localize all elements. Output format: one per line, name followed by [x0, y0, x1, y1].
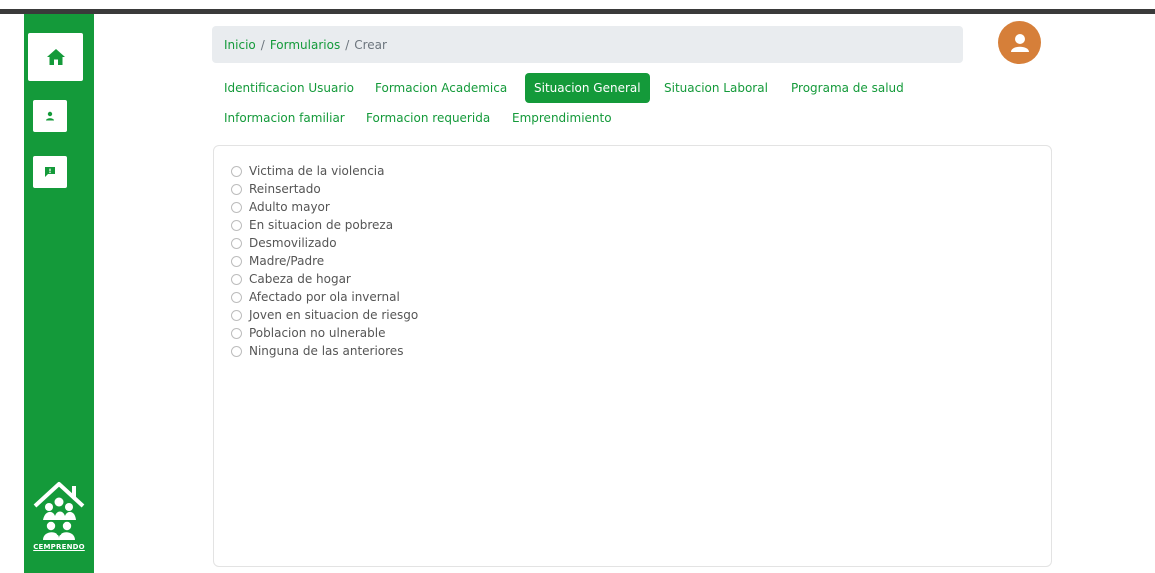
tab-formacion-academica[interactable]: Formacion Academica: [375, 80, 507, 96]
breadcrumb-separator: /: [345, 37, 350, 52]
sidebar-home-button[interactable]: [28, 33, 83, 81]
radio-button[interactable]: [231, 309, 242, 321]
breadcrumb-formularios[interactable]: Formularios: [270, 38, 340, 52]
tab-formacion-requerida[interactable]: Formacion requerida: [366, 110, 490, 126]
tab-informacion-familiar[interactable]: Informacion familiar: [224, 110, 345, 126]
user-icon: [46, 111, 54, 121]
tab-identificacion-usuario[interactable]: Identificacion Usuario: [224, 80, 354, 96]
option-label: Madre/Padre: [249, 254, 325, 268]
option-label: Adulto mayor: [249, 200, 330, 214]
tab-emprendimiento[interactable]: Emprendimiento: [512, 110, 612, 126]
breadcrumb-current: Crear: [354, 37, 387, 52]
user-avatar-icon: [1010, 33, 1029, 52]
breadcrumb-inicio[interactable]: Inicio: [224, 38, 256, 52]
option-cabeza-hogar[interactable]: Cabeza de hogar: [231, 271, 351, 287]
sidebar-chat-button[interactable]: [33, 156, 67, 188]
option-label: Victima de la violencia: [249, 164, 385, 178]
option-ola-invernal[interactable]: Afectado por ola invernal: [231, 289, 400, 305]
radio-button[interactable]: [231, 219, 242, 231]
option-joven-riesgo[interactable]: Joven en situacion de riesgo: [231, 307, 418, 323]
tab-situacion-laboral[interactable]: Situacion Laboral: [664, 80, 768, 96]
option-label: Afectado por ola invernal: [249, 290, 400, 304]
sidebar-user-button[interactable]: [33, 100, 67, 132]
radio-button[interactable]: [231, 255, 242, 267]
radio-button[interactable]: [231, 201, 242, 213]
home-icon: [46, 49, 65, 65]
option-madre-padre[interactable]: Madre/Padre: [231, 253, 324, 269]
radio-button[interactable]: [231, 291, 242, 303]
option-situacion-pobreza[interactable]: En situacion de pobreza: [231, 217, 393, 233]
logo-emblem-icon: [33, 482, 85, 540]
option-victima-violencia[interactable]: Victima de la violencia: [231, 163, 384, 179]
option-desmovilizado[interactable]: Desmovilizado: [231, 235, 337, 251]
tab-situacion-general[interactable]: Situacion General: [525, 73, 650, 103]
option-label: Poblacion no ulnerable: [249, 326, 386, 340]
breadcrumb: Inicio / Formularios / Crear: [212, 26, 963, 63]
situacion-general-panel: Victima de la violencia Reinsertado Adul…: [213, 145, 1052, 567]
radio-button[interactable]: [231, 165, 242, 177]
radio-button[interactable]: [231, 345, 242, 357]
breadcrumb-separator: /: [260, 37, 265, 52]
option-label: Cabeza de hogar: [249, 272, 351, 286]
chat-icon: [45, 167, 55, 177]
user-avatar-button[interactable]: [998, 21, 1041, 64]
browser-top-bar: [0, 0, 1155, 14]
radio-button[interactable]: [231, 237, 242, 249]
logo-text: CEMPRENDO: [33, 543, 85, 551]
option-label: Ninguna de las anteriores: [249, 344, 404, 358]
tab-programa-de-salud[interactable]: Programa de salud: [791, 80, 904, 96]
top-strip: [0, 9, 1155, 14]
option-label: Desmovilizado: [249, 236, 337, 250]
option-ninguna[interactable]: Ninguna de las anteriores: [231, 343, 403, 359]
radio-button[interactable]: [231, 183, 242, 195]
option-label: Joven en situacion de riesgo: [249, 308, 419, 322]
option-label: Reinsertado: [249, 182, 321, 196]
radio-button[interactable]: [231, 327, 242, 339]
option-label: En situacion de pobreza: [249, 218, 394, 232]
sidebar: CEMPRENDO: [24, 14, 94, 573]
cemprendo-logo: CEMPRENDO: [24, 480, 94, 560]
option-adulto-mayor[interactable]: Adulto mayor: [231, 199, 330, 215]
option-poblacion-no-vulnerable[interactable]: Poblacion no ulnerable: [231, 325, 385, 341]
option-reinsertado[interactable]: Reinsertado: [231, 181, 321, 197]
radio-button[interactable]: [231, 273, 242, 285]
